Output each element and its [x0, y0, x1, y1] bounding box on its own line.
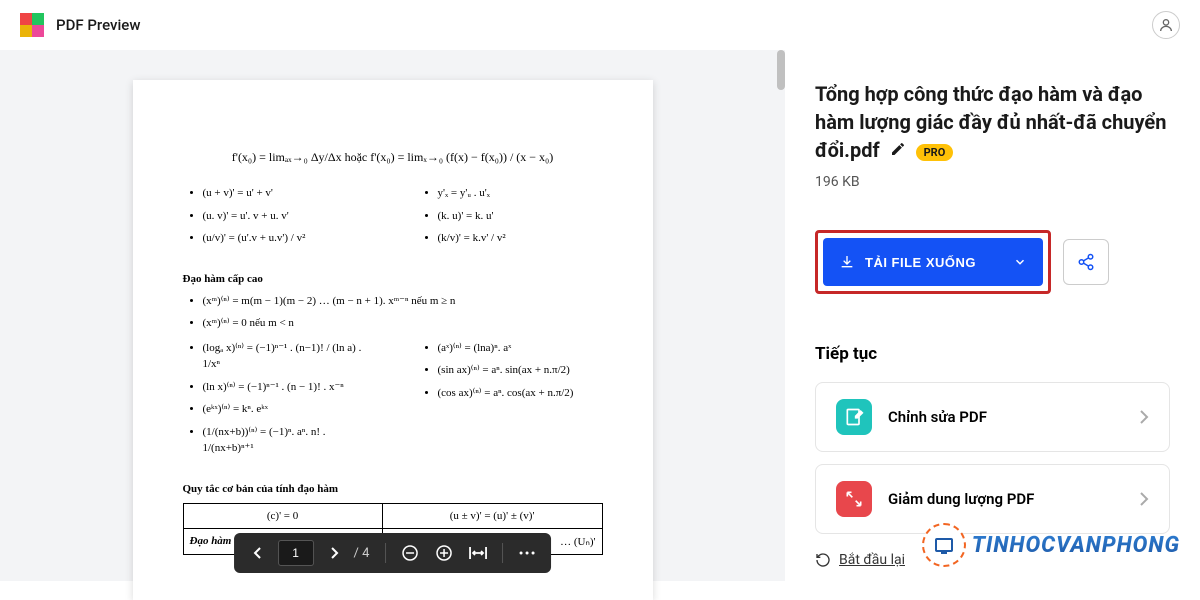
formula-item: (aˣ)⁽ⁿ⁾ = (lna)ⁿ. aˣ — [438, 340, 603, 357]
page-toolbar: / 4 — [234, 533, 552, 573]
pro-badge: PRO — [916, 144, 954, 161]
share-button[interactable] — [1063, 239, 1109, 285]
zoom-in-button[interactable] — [430, 539, 458, 567]
formula-item: (sin ax)⁽ⁿ⁾ = aⁿ. sin(ax + n.π/2) — [438, 362, 603, 379]
download-icon — [839, 254, 855, 270]
restart-label: Bắt đầu lại — [839, 552, 905, 568]
zoom-out-button[interactable] — [396, 539, 424, 567]
restart-icon — [815, 552, 831, 568]
formula-item: (xᵐ)⁽ⁿ⁾ = m(m − 1)(m − 2) … (m − n + 1).… — [203, 293, 603, 310]
header: PDF Preview — [0, 0, 1200, 50]
download-button[interactable]: TẢI FILE XUỐNG — [823, 238, 1043, 286]
formula-item: (logₐ x)⁽ⁿ⁾ = (−1)ⁿ⁻¹ . (n−1)! / (ln a) … — [203, 340, 368, 373]
formula-item: (1/(nx+b))⁽ⁿ⁾ = (−1)ⁿ. aⁿ. n! . 1/(nx+b)… — [203, 424, 368, 457]
chevron-right-icon — [1139, 492, 1149, 506]
chevron-right-icon — [1139, 410, 1149, 424]
prev-page-button[interactable] — [244, 539, 272, 567]
tool-label: Giảm dung lượng PDF — [888, 490, 1034, 508]
formula-item: (k. u)' = k. u' — [438, 208, 603, 225]
app-logo — [20, 13, 44, 37]
download-label: TẢI FILE XUỐNG — [865, 255, 976, 270]
formula-item: (u + v)' = u' + v' — [203, 185, 368, 202]
section-heading: Đạo hàm cấp cao — [183, 273, 603, 285]
app-title: PDF Preview — [56, 16, 140, 34]
table-cell: (c)' = 0 — [183, 503, 382, 528]
scrollbar[interactable] — [777, 50, 785, 581]
sidebar: Tổng hợp công thức đạo hàm và đạo hàm lư… — [785, 50, 1200, 581]
formula-item: (u. v)' = u'. v + u. v' — [203, 208, 368, 225]
more-button[interactable] — [513, 539, 541, 567]
watermark-text: TINHOCVANPHONG — [972, 533, 1180, 558]
user-avatar[interactable] — [1152, 11, 1180, 39]
share-icon — [1077, 253, 1095, 271]
tool-edit-pdf[interactable]: Chỉnh sửa PDF — [815, 382, 1170, 452]
filename-row: Tổng hợp công thức đạo hàm và đạo hàm lư… — [815, 80, 1170, 164]
next-page-button[interactable] — [320, 539, 348, 567]
section-heading: Quy tắc cơ bản của tính đạo hàm — [183, 483, 603, 495]
compress-pdf-icon — [836, 481, 872, 517]
formula-item: (eᵏˣ)⁽ⁿ⁾ = kⁿ. eᵏˣ — [203, 401, 368, 418]
tool-label: Chỉnh sửa PDF — [888, 408, 987, 426]
formula-item: (cos ax)⁽ⁿ⁾ = aⁿ. cos(ax + n.π/2) — [438, 385, 603, 402]
edit-filename-icon[interactable] — [890, 141, 906, 161]
edit-pdf-icon — [836, 399, 872, 435]
table-cell: (u ± v)' = (u)' ± (v)' — [382, 503, 602, 528]
page-count: / 4 — [354, 546, 370, 561]
page-number-input[interactable] — [278, 540, 314, 566]
download-highlight: TẢI FILE XUỐNG — [815, 230, 1051, 294]
formula-header: f'(x₀) = limₐₓ→₀ Δy/Δx hoặc f'(x₀) = lim… — [183, 150, 603, 165]
file-size: 196 KB — [815, 174, 1170, 190]
watermark: TINHOCVANPHONG — [922, 523, 1180, 567]
document-page: f'(x₀) = limₐₓ→₀ Δy/Δx hoặc f'(x₀) = lim… — [133, 80, 653, 600]
preview-area: f'(x₀) = limₐₓ→₀ Δy/Δx hoặc f'(x₀) = lim… — [0, 50, 785, 581]
formula-item: (k/v)' = k.v' / v² — [438, 230, 603, 247]
formula-item: (xᵐ)⁽ⁿ⁾ = 0 nếu m < n — [203, 315, 603, 332]
formula-item: (ln x)⁽ⁿ⁾ = (−1)ⁿ⁻¹ . (n − 1)! . x⁻ⁿ — [203, 379, 368, 396]
chevron-down-icon — [1013, 255, 1027, 269]
file-title: Tổng hợp công thức đạo hàm và đạo hàm lư… — [815, 82, 1166, 162]
continue-heading: Tiếp tục — [815, 344, 1170, 364]
fit-width-button[interactable] — [464, 539, 492, 567]
watermark-icon — [922, 523, 966, 567]
formula-item: (u/v)' = (u'.v + u.v') / v² — [203, 230, 368, 247]
formula-item: y'ₓ = y'ᵤ . u'ₓ — [438, 185, 603, 202]
